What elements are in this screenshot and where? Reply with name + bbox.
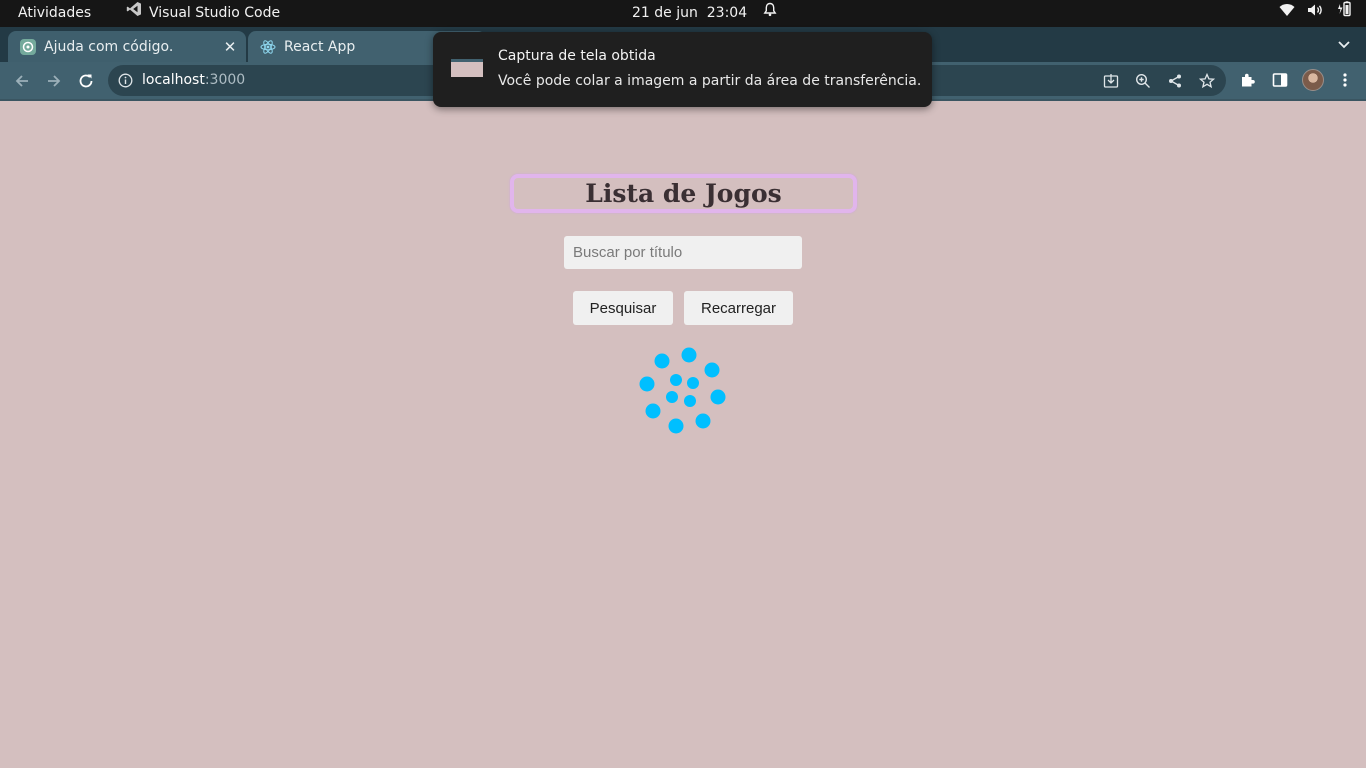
spinner-dot [666,391,678,403]
spinner-dot [670,374,682,386]
page-title: Lista de Jogos [585,179,782,208]
reload-button[interactable]: Recarregar [684,291,793,325]
close-tab-icon[interactable]: ✕ [220,38,240,56]
spinner-dot [639,376,655,392]
react-icon [260,39,276,55]
clock-date: 21 de jun [632,5,698,21]
tab-ajuda-com-codigo[interactable]: Ajuda com código. ✕ [8,31,246,62]
loading-spinner [639,347,726,434]
notification-title: Captura de tela obtida [498,48,656,64]
bookmark-star-icon[interactable] [1198,72,1216,90]
forward-arrow-icon[interactable] [43,70,65,92]
spinner-dot [695,413,711,429]
url-port: :3000 [204,72,246,88]
extensions-puzzle-icon[interactable] [1238,70,1258,90]
chatgpt-icon [20,38,36,55]
search-input[interactable] [564,236,802,269]
screenshot-notification[interactable]: Captura de tela obtida Você pode colar a… [433,32,932,107]
clock-time: 23:04 [706,5,748,21]
back-arrow-icon[interactable] [11,70,33,92]
activities-button[interactable]: Atividades [18,0,91,27]
install-app-icon[interactable] [1102,72,1120,90]
bell-icon [763,0,777,27]
side-panel-icon[interactable] [1270,70,1290,90]
tab-search-chevron-icon[interactable] [1336,36,1352,52]
vscode-icon [126,0,142,27]
clock-menu[interactable]: 21 de jun 23:04 [632,0,777,27]
spinner-dot [710,389,726,405]
site-info-icon[interactable] [118,73,133,88]
profile-avatar[interactable] [1302,69,1324,91]
spinner-dot [645,403,661,419]
notification-body: Você pode colar a imagem a partir da áre… [498,73,922,89]
url-text[interactable]: localhost:3000 [142,65,245,96]
volume-icon [1307,0,1324,27]
wifi-icon [1279,0,1295,27]
system-tray[interactable] [1279,0,1352,27]
search-button[interactable]: Pesquisar [573,291,673,325]
spinner-dot [704,362,720,378]
share-icon[interactable] [1166,72,1184,90]
spinner-dot [681,347,697,363]
system-top-bar: Atividades Visual Studio Code 21 de jun … [0,0,1366,27]
spinner-dot [687,377,699,389]
url-host: localhost [142,72,205,88]
spinner-dot [684,395,696,407]
more-menu-icon[interactable] [1335,70,1355,90]
spinner-dot [654,353,670,369]
focused-app-menu[interactable]: Visual Studio Code [126,0,280,27]
page-title-frame: Lista de Jogos [510,174,857,213]
zoom-icon[interactable] [1134,72,1152,90]
spinner-dot [668,418,684,434]
tab-title: Ajuda com código. [44,38,174,55]
screenshot-thumbnail [451,59,483,77]
reload-icon[interactable] [75,70,97,92]
focused-app-name: Visual Studio Code [149,5,281,21]
battery-icon [1336,0,1352,27]
